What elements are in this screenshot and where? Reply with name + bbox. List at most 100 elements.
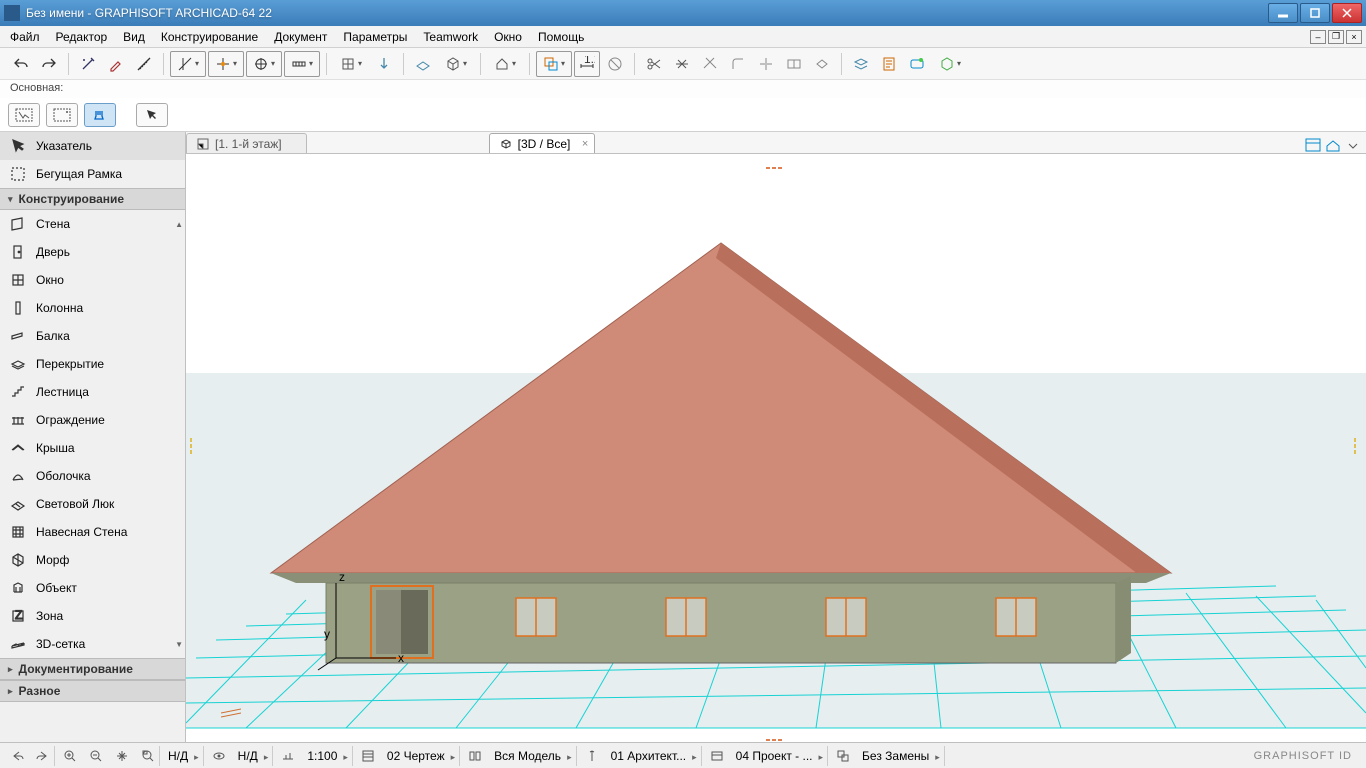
snap-point-button[interactable]: [208, 51, 244, 77]
tool-door[interactable]: Дверь: [0, 238, 185, 266]
menu-file[interactable]: Файл: [2, 28, 48, 46]
mdi-close[interactable]: ×: [1346, 30, 1362, 44]
tool-slab[interactable]: Перекрытие: [0, 350, 185, 378]
minimize-button[interactable]: [1268, 3, 1298, 23]
arch-select[interactable]: 01 Архитект...: [607, 746, 702, 766]
tool-object[interactable]: Объект: [0, 574, 185, 602]
zoom-out-button[interactable]: [85, 746, 107, 766]
tool-roof[interactable]: Крыша: [0, 434, 185, 462]
fit-button[interactable]: [111, 746, 133, 766]
scale-value[interactable]: 1:100: [303, 746, 353, 766]
nav-back-button[interactable]: [6, 746, 28, 766]
trace-button[interactable]: [536, 51, 572, 77]
intersect-icon[interactable]: [697, 51, 723, 77]
grid-snap-button[interactable]: [246, 51, 282, 77]
section-more[interactable]: ▸ Разное: [0, 680, 185, 702]
tool-window[interactable]: Окно: [0, 266, 185, 294]
nav-forward-button[interactable]: [32, 746, 55, 766]
replace-icon[interactable]: [832, 746, 854, 766]
project-select[interactable]: 04 Проект - ...: [732, 746, 828, 766]
link-icon[interactable]: [904, 51, 930, 77]
render-icon[interactable]: [932, 51, 968, 77]
cube-icon[interactable]: [438, 51, 474, 77]
tool-pointer[interactable]: Указатель: [0, 132, 185, 160]
trim-icon[interactable]: [753, 51, 779, 77]
layers-icon[interactable]: [848, 51, 874, 77]
scroll-up-icon[interactable]: ▲: [175, 220, 183, 229]
gravity-icon[interactable]: [371, 51, 397, 77]
plane-icon[interactable]: [410, 51, 436, 77]
pen-icon[interactable]: [581, 746, 603, 766]
project-icon[interactable]: [706, 746, 728, 766]
menu-edit[interactable]: Редактор: [48, 28, 116, 46]
menu-design[interactable]: Конструирование: [153, 28, 266, 46]
home-icon[interactable]: [487, 51, 523, 77]
grid-toggle-button[interactable]: [333, 51, 369, 77]
zoom-window-button[interactable]: [137, 746, 160, 766]
tool-mesh[interactable]: 3D-сетка ▼: [0, 630, 185, 658]
tab-nav-icon[interactable]: [1304, 137, 1322, 153]
arrow-mode[interactable]: [136, 103, 168, 127]
adjust-icon[interactable]: [669, 51, 695, 77]
drawing-icon[interactable]: [357, 746, 379, 766]
menu-view[interactable]: Вид: [115, 28, 153, 46]
tool-shell[interactable]: Оболочка: [0, 462, 185, 490]
tool-railing[interactable]: Ограждение: [0, 406, 185, 434]
drawing-select[interactable]: 02 Чертеж: [383, 746, 460, 766]
eyedropper-icon[interactable]: [103, 51, 129, 77]
status-nd2[interactable]: Н/Д: [234, 746, 274, 766]
tool-marquee[interactable]: Бегущая Рамка: [0, 160, 185, 188]
selection-mode-pan[interactable]: [84, 103, 116, 127]
tool-skylight[interactable]: Световой Люк: [0, 490, 185, 518]
model-select[interactable]: Вся Модель: [490, 746, 576, 766]
ruler-button[interactable]: [284, 51, 320, 77]
tab-menu-icon[interactable]: [1344, 137, 1362, 153]
selection-mode-2[interactable]: [46, 103, 78, 127]
menu-teamwork[interactable]: Teamwork: [415, 28, 486, 46]
brand-label[interactable]: GRAPHISOFT ID: [1254, 750, 1360, 762]
tool-curtainwall[interactable]: Навесная Стена: [0, 518, 185, 546]
section-doc[interactable]: ▸ Документирование: [0, 658, 185, 680]
mdi-minimize[interactable]: –: [1310, 30, 1326, 44]
scale-icon[interactable]: [277, 746, 299, 766]
split-icon[interactable]: [781, 51, 807, 77]
close-button[interactable]: [1332, 3, 1362, 23]
dimension-button[interactable]: 1.2: [574, 51, 600, 77]
maximize-button[interactable]: [1300, 3, 1330, 23]
tab-floor-plan[interactable]: [1. 1-й этаж]: [186, 133, 307, 153]
suspend-icon[interactable]: [602, 51, 628, 77]
tool-morph[interactable]: Морф: [0, 546, 185, 574]
tab-home-icon[interactable]: [1324, 137, 1342, 153]
tool-zone[interactable]: Z Зона: [0, 602, 185, 630]
magic-wand-icon[interactable]: [75, 51, 101, 77]
tab-3d-view[interactable]: [3D / Все] ×: [489, 133, 596, 153]
zoom-in-button[interactable]: [59, 746, 81, 766]
menu-window[interactable]: Окно: [486, 28, 530, 46]
snap-guide-button[interactable]: [170, 51, 206, 77]
tab-close-icon[interactable]: ×: [582, 138, 588, 150]
tool-wall[interactable]: Стена ▲: [0, 210, 185, 238]
scroll-down-icon[interactable]: ▼: [175, 640, 183, 649]
scissors-icon[interactable]: [641, 51, 667, 77]
selection-mode-1[interactable]: [8, 103, 40, 127]
undo-button[interactable]: [8, 51, 34, 77]
redo-button[interactable]: [36, 51, 62, 77]
menu-options[interactable]: Параметры: [335, 28, 415, 46]
measure-icon[interactable]: [131, 51, 157, 77]
solid-icon[interactable]: [809, 51, 835, 77]
tool-beam[interactable]: Балка: [0, 322, 185, 350]
tool-column[interactable]: Колонна: [0, 294, 185, 322]
model-icon[interactable]: [464, 746, 486, 766]
status-nd1[interactable]: Н/Д: [164, 746, 204, 766]
properties-icon[interactable]: [876, 51, 902, 77]
section-label: Документирование: [19, 662, 133, 676]
menu-document[interactable]: Документ: [266, 28, 335, 46]
replace-select[interactable]: Без Замены: [858, 746, 945, 766]
3d-viewport[interactable]: z x y: [186, 154, 1366, 742]
tool-stair[interactable]: Лестница: [0, 378, 185, 406]
section-design[interactable]: ▾ Конструирование: [0, 188, 185, 210]
menu-help[interactable]: Помощь: [530, 28, 592, 46]
orbit-button[interactable]: [208, 746, 230, 766]
fillet-icon[interactable]: [725, 51, 751, 77]
mdi-restore[interactable]: ❐: [1328, 30, 1344, 44]
